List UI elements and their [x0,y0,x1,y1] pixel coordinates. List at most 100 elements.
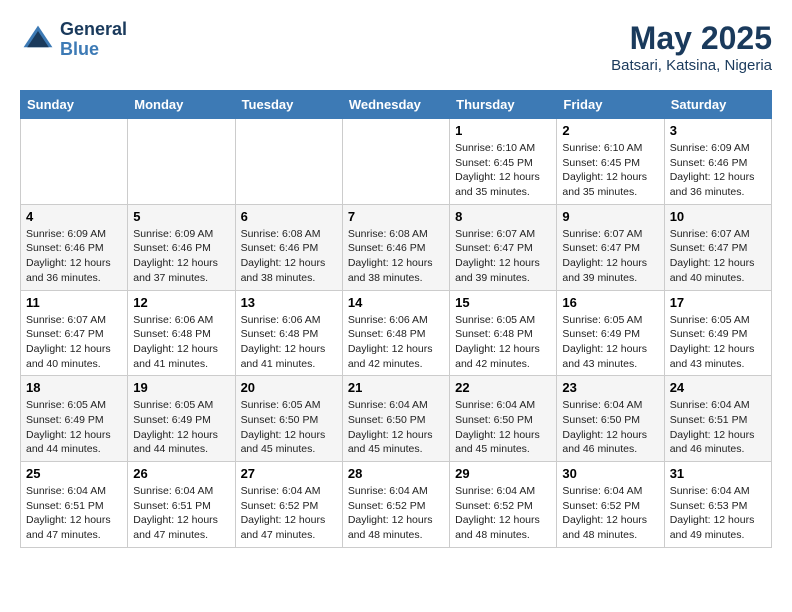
day-info: Sunrise: 6:10 AMSunset: 6:45 PMDaylight:… [455,141,551,200]
day-info: Sunrise: 6:04 AMSunset: 6:51 PMDaylight:… [133,484,229,543]
calendar-cell: 8Sunrise: 6:07 AMSunset: 6:47 PMDaylight… [450,204,557,290]
calendar-week-row: 1 Sunrise: 6:10 AMSunset: 6:45 PMDaylight… [21,119,772,205]
day-info: Sunrise: 6:06 AMSunset: 6:48 PMDaylight:… [348,313,444,372]
day-number: 6 [241,209,337,224]
day-info: Sunrise: 6:04 AMSunset: 6:52 PMDaylight:… [348,484,444,543]
day-number: 29 [455,466,551,481]
day-number: 20 [241,380,337,395]
calendar-cell: 2 Sunrise: 6:10 AMSunset: 6:45 PMDaylight… [557,119,664,205]
day-info: Sunrise: 6:07 AMSunset: 6:47 PMDaylight:… [562,227,658,286]
day-info: Sunrise: 6:05 AMSunset: 6:48 PMDaylight:… [455,313,551,372]
day-info: Sunrise: 6:04 AMSunset: 6:53 PMDaylight:… [670,484,766,543]
weekday-header: Monday [128,91,235,119]
calendar-cell: 29 Sunrise: 6:04 AMSunset: 6:52 PMDayligh… [450,462,557,548]
day-info: Sunrise: 6:09 AMSunset: 6:46 PMDaylight:… [26,227,122,286]
day-number: 31 [670,466,766,481]
day-number: 26 [133,466,229,481]
calendar-cell: 20Sunrise: 6:05 AMSunset: 6:50 PMDayligh… [235,376,342,462]
day-number: 5 [133,209,229,224]
day-info: Sunrise: 6:05 AMSunset: 6:49 PMDaylight:… [670,313,766,372]
day-info: Sunrise: 6:06 AMSunset: 6:48 PMDaylight:… [133,313,229,372]
calendar-cell [342,119,449,205]
month-year: May 2025 [611,20,772,57]
day-info: Sunrise: 6:04 AMSunset: 6:52 PMDaylight:… [455,484,551,543]
day-info: Sunrise: 6:07 AMSunset: 6:47 PMDaylight:… [26,313,122,372]
calendar-body: 1 Sunrise: 6:10 AMSunset: 6:45 PMDaylight… [21,119,772,548]
day-info: Sunrise: 6:04 AMSunset: 6:50 PMDaylight:… [348,398,444,457]
calendar-cell: 25 Sunrise: 6:04 AMSunset: 6:51 PMDayligh… [21,462,128,548]
logo-icon [20,22,56,58]
calendar-cell: 17Sunrise: 6:05 AMSunset: 6:49 PMDayligh… [664,290,771,376]
day-number: 7 [348,209,444,224]
page-header: General Blue May 2025 Batsari, Katsina, … [20,20,772,74]
calendar-cell: 18 Sunrise: 6:05 AMSunset: 6:49 PMDayligh… [21,376,128,462]
day-number: 9 [562,209,658,224]
day-number: 4 [26,209,122,224]
day-info: Sunrise: 6:06 AMSunset: 6:48 PMDaylight:… [241,313,337,372]
day-number: 10 [670,209,766,224]
calendar-cell: 24 Sunrise: 6:04 AMSunset: 6:51 PMDayligh… [664,376,771,462]
day-number: 12 [133,295,229,310]
calendar-cell: 7Sunrise: 6:08 AMSunset: 6:46 PMDaylight… [342,204,449,290]
day-number: 21 [348,380,444,395]
weekday-header: Thursday [450,91,557,119]
day-info: Sunrise: 6:07 AMSunset: 6:47 PMDaylight:… [455,227,551,286]
day-info: Sunrise: 6:04 AMSunset: 6:50 PMDaylight:… [455,398,551,457]
day-info: Sunrise: 6:04 AMSunset: 6:51 PMDaylight:… [26,484,122,543]
logo-line1: General [60,20,127,40]
calendar-cell: 3Sunrise: 6:09 AMSunset: 6:46 PMDaylight… [664,119,771,205]
calendar-cell: 22 Sunrise: 6:04 AMSunset: 6:50 PMDayligh… [450,376,557,462]
calendar-cell: 27 Sunrise: 6:04 AMSunset: 6:52 PMDayligh… [235,462,342,548]
weekday-header: Tuesday [235,91,342,119]
day-info: Sunrise: 6:09 AMSunset: 6:46 PMDaylight:… [133,227,229,286]
day-number: 11 [26,295,122,310]
calendar-week-row: 11 Sunrise: 6:07 AMSunset: 6:47 PMDayligh… [21,290,772,376]
day-number: 1 [455,123,551,138]
calendar-week-row: 25 Sunrise: 6:04 AMSunset: 6:51 PMDayligh… [21,462,772,548]
day-number: 23 [562,380,658,395]
day-number: 24 [670,380,766,395]
location: Batsari, Katsina, Nigeria [611,57,772,74]
day-info: Sunrise: 6:05 AMSunset: 6:49 PMDaylight:… [562,313,658,372]
logo-line2: Blue [60,40,127,60]
weekday-row: SundayMondayTuesdayWednesdayThursdayFrid… [21,91,772,119]
day-number: 22 [455,380,551,395]
calendar-cell: 14 Sunrise: 6:06 AMSunset: 6:48 PMDayligh… [342,290,449,376]
calendar-cell: 12 Sunrise: 6:06 AMSunset: 6:48 PMDayligh… [128,290,235,376]
day-info: Sunrise: 6:08 AMSunset: 6:46 PMDaylight:… [241,227,337,286]
calendar-header: SundayMondayTuesdayWednesdayThursdayFrid… [21,91,772,119]
weekday-header: Sunday [21,91,128,119]
day-info: Sunrise: 6:05 AMSunset: 6:49 PMDaylight:… [26,398,122,457]
day-number: 3 [670,123,766,138]
day-number: 14 [348,295,444,310]
weekday-header: Saturday [664,91,771,119]
logo: General Blue [20,20,127,60]
calendar-cell: 19 Sunrise: 6:05 AMSunset: 6:49 PMDayligh… [128,376,235,462]
calendar-cell: 1 Sunrise: 6:10 AMSunset: 6:45 PMDaylight… [450,119,557,205]
calendar-cell [128,119,235,205]
calendar-cell: 28 Sunrise: 6:04 AMSunset: 6:52 PMDayligh… [342,462,449,548]
day-number: 2 [562,123,658,138]
day-number: 25 [26,466,122,481]
day-number: 30 [562,466,658,481]
day-info: Sunrise: 6:04 AMSunset: 6:52 PMDaylight:… [562,484,658,543]
day-number: 18 [26,380,122,395]
logo-text: General Blue [60,20,127,60]
calendar-cell: 31 Sunrise: 6:04 AMSunset: 6:53 PMDayligh… [664,462,771,548]
calendar-cell: 4 Sunrise: 6:09 AMSunset: 6:46 PMDaylight… [21,204,128,290]
day-info: Sunrise: 6:04 AMSunset: 6:52 PMDaylight:… [241,484,337,543]
day-number: 13 [241,295,337,310]
calendar-cell: 21 Sunrise: 6:04 AMSunset: 6:50 PMDayligh… [342,376,449,462]
day-number: 28 [348,466,444,481]
calendar-table: SundayMondayTuesdayWednesdayThursdayFrid… [20,90,772,548]
day-info: Sunrise: 6:04 AMSunset: 6:50 PMDaylight:… [562,398,658,457]
calendar-week-row: 4 Sunrise: 6:09 AMSunset: 6:46 PMDaylight… [21,204,772,290]
day-info: Sunrise: 6:05 AMSunset: 6:49 PMDaylight:… [133,398,229,457]
day-info: Sunrise: 6:10 AMSunset: 6:45 PMDaylight:… [562,141,658,200]
day-info: Sunrise: 6:04 AMSunset: 6:51 PMDaylight:… [670,398,766,457]
day-number: 19 [133,380,229,395]
title-area: May 2025 Batsari, Katsina, Nigeria [611,20,772,74]
calendar-cell: 11 Sunrise: 6:07 AMSunset: 6:47 PMDayligh… [21,290,128,376]
calendar-cell: 5 Sunrise: 6:09 AMSunset: 6:46 PMDaylight… [128,204,235,290]
day-number: 27 [241,466,337,481]
